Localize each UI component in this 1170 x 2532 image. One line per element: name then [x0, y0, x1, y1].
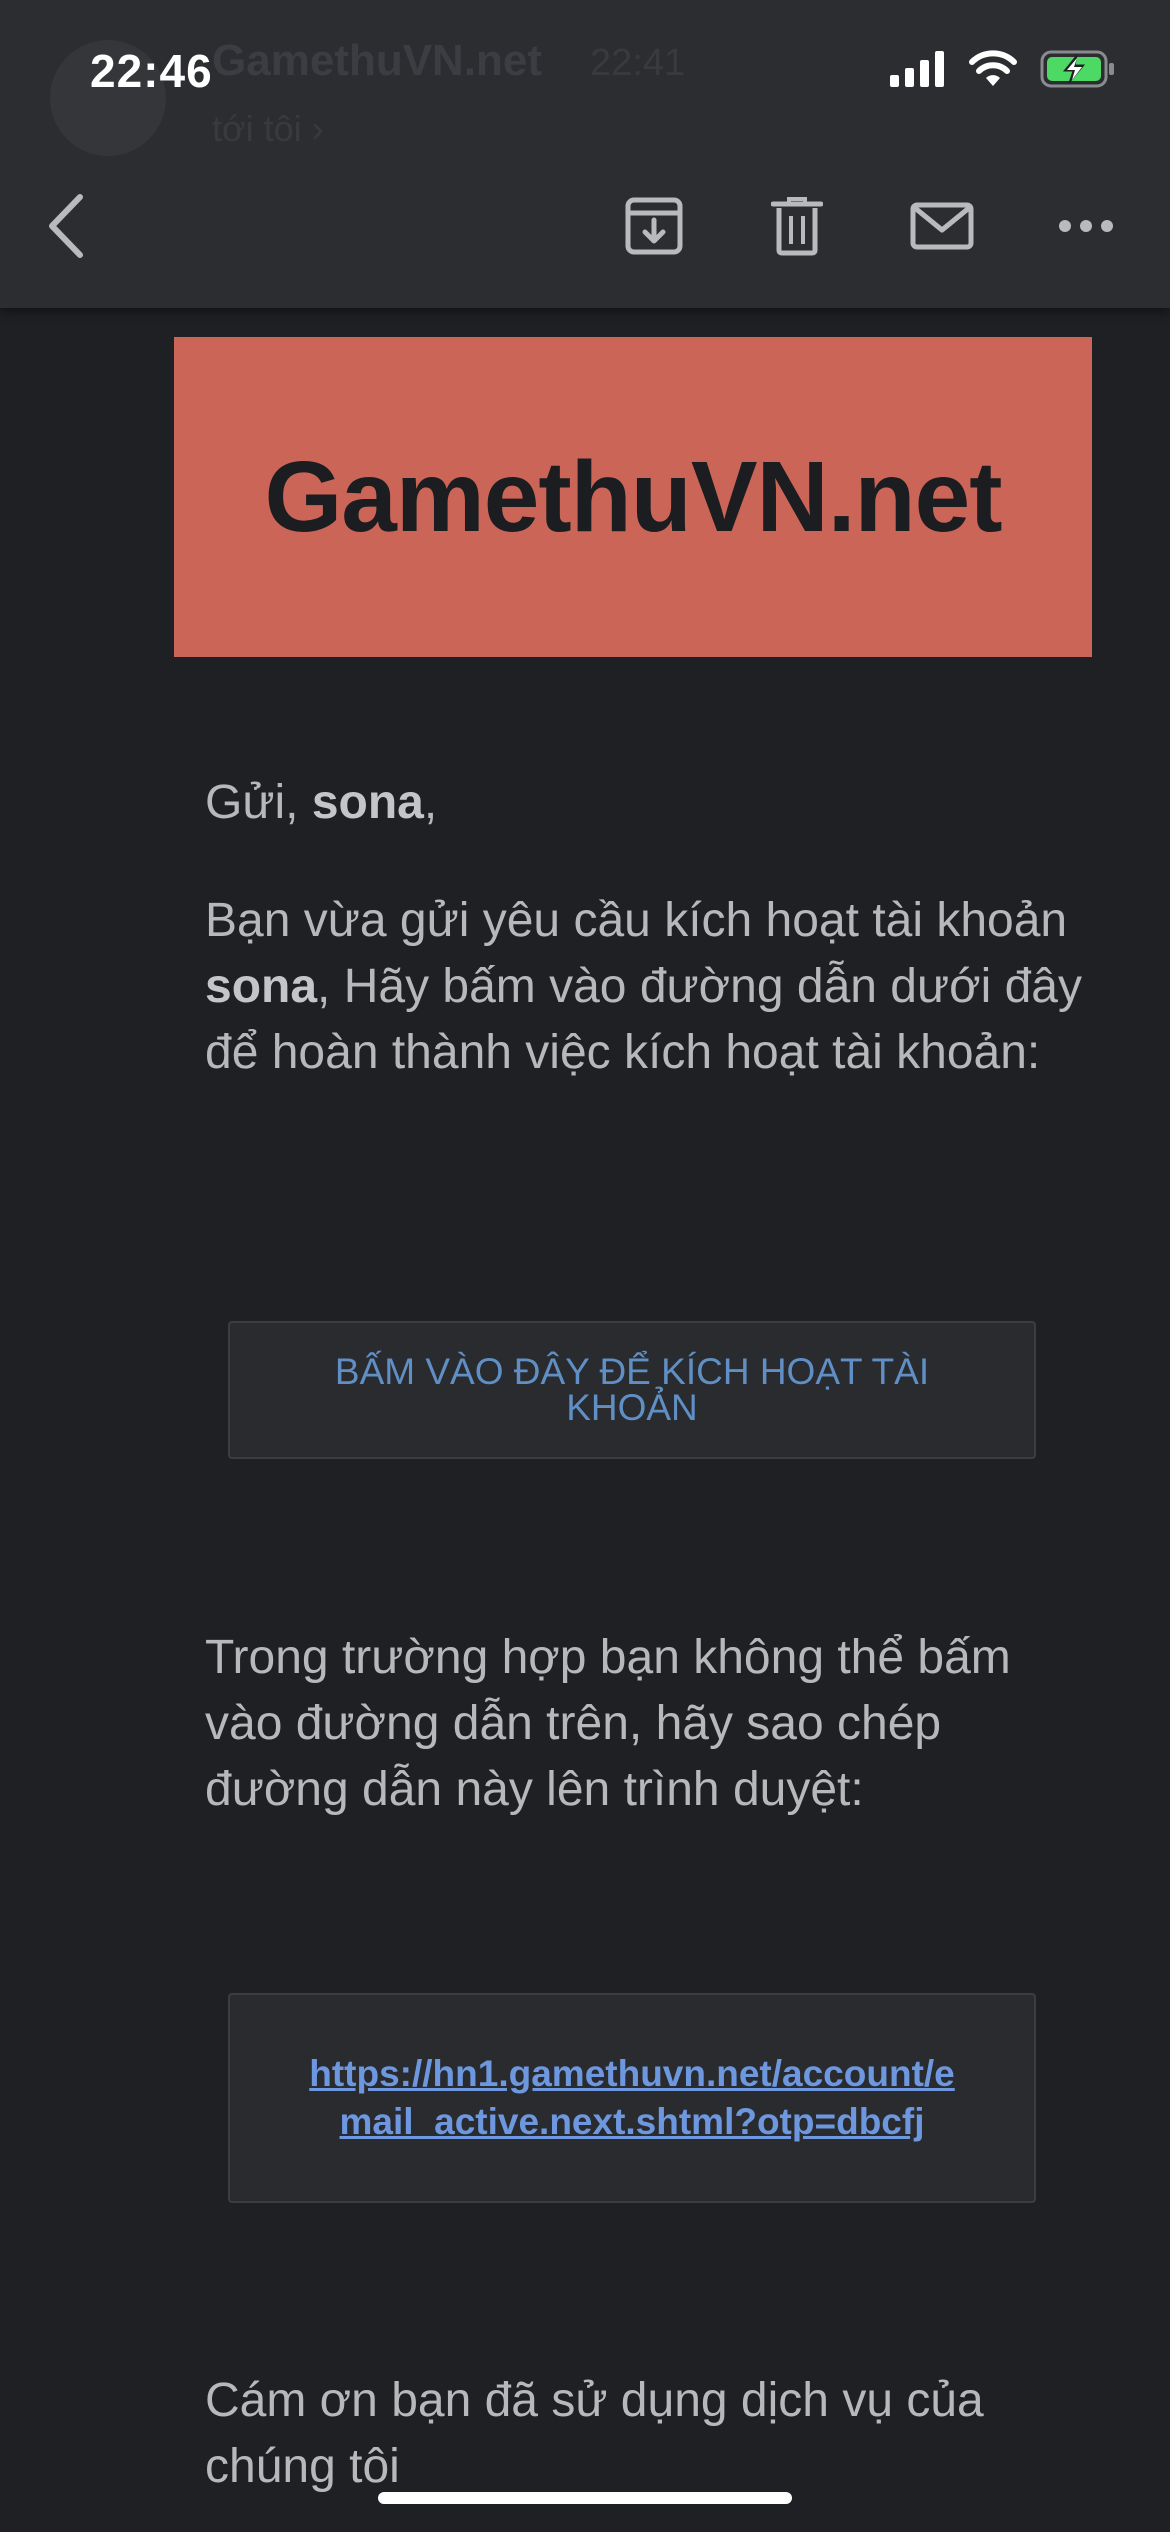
activate-account-label: BẤM VÀO ĐÂY ĐỂ KÍCH HOẠT TÀI KHOẢN: [334, 1351, 930, 1428]
trash-icon: [771, 197, 823, 256]
activation-instructions: Bạn vừa gửi yêu cầu kích hoạt tài khoản …: [205, 888, 1085, 1086]
wifi-icon: [969, 50, 1017, 86]
greeting-suffix: ,: [423, 776, 438, 829]
status-bar-time: 22:46: [90, 45, 213, 97]
back-button[interactable]: [26, 186, 106, 266]
top-toolbar: GamethuVN.net 22:41 tới tôi › 22:46: [0, 0, 1170, 308]
cellular-signal-icon: [890, 51, 944, 87]
home-indicator[interactable]: [378, 2492, 792, 2504]
closing-text: Cám ơn bạn đã sử dụng dịch vụ của chúng …: [205, 2374, 984, 2493]
archive-button[interactable]: [614, 186, 694, 266]
battery-charging-icon: [1040, 50, 1114, 88]
chevron-left-icon: [49, 194, 83, 258]
status-bar-icons: [890, 50, 1116, 88]
activation-link[interactable]: https://hn1.gamethuvn.net/account/email_…: [302, 2050, 962, 2146]
email-screen: GamethuVN.net 22:41 tới tôi › 22:46 Game…: [0, 0, 1170, 2532]
para1-text-a: Bạn vừa gửi yêu cầu kích hoạt tài khoản: [205, 894, 1068, 947]
delete-button[interactable]: [757, 186, 837, 266]
more-horizontal-icon: [1059, 220, 1113, 232]
activation-link-box: https://hn1.gamethuvn.net/account/email_…: [228, 1993, 1036, 2203]
mail-icon: [910, 202, 974, 250]
mark-unread-button[interactable]: [902, 186, 982, 266]
para1-username: sona: [205, 960, 318, 1013]
sender-name: GamethuVN.net: [212, 36, 543, 85]
recipient-line[interactable]: tới tôi ›: [212, 108, 324, 150]
greeting-name: sona: [311, 776, 424, 829]
activate-account-button[interactable]: BẤM VÀO ĐÂY ĐỂ KÍCH HOẠT TÀI KHOẢN: [228, 1321, 1036, 1459]
para1-text-b: , Hãy bấm vào đường dẫn dưới đây để hoàn…: [205, 960, 1082, 1079]
more-button[interactable]: [1046, 186, 1126, 266]
email-banner: GamethuVN.net: [174, 337, 1092, 657]
archive-icon: [625, 197, 683, 255]
fallback-instructions: Trong trường hợp bạn không thể bấm vào đ…: [205, 1631, 1011, 1816]
greeting-prefix: Gửi,: [205, 776, 312, 829]
banner-title: GamethuVN.net: [264, 440, 1002, 553]
sent-time: 22:41: [590, 42, 686, 84]
greeting: Gửi, sona,: [205, 770, 1085, 836]
